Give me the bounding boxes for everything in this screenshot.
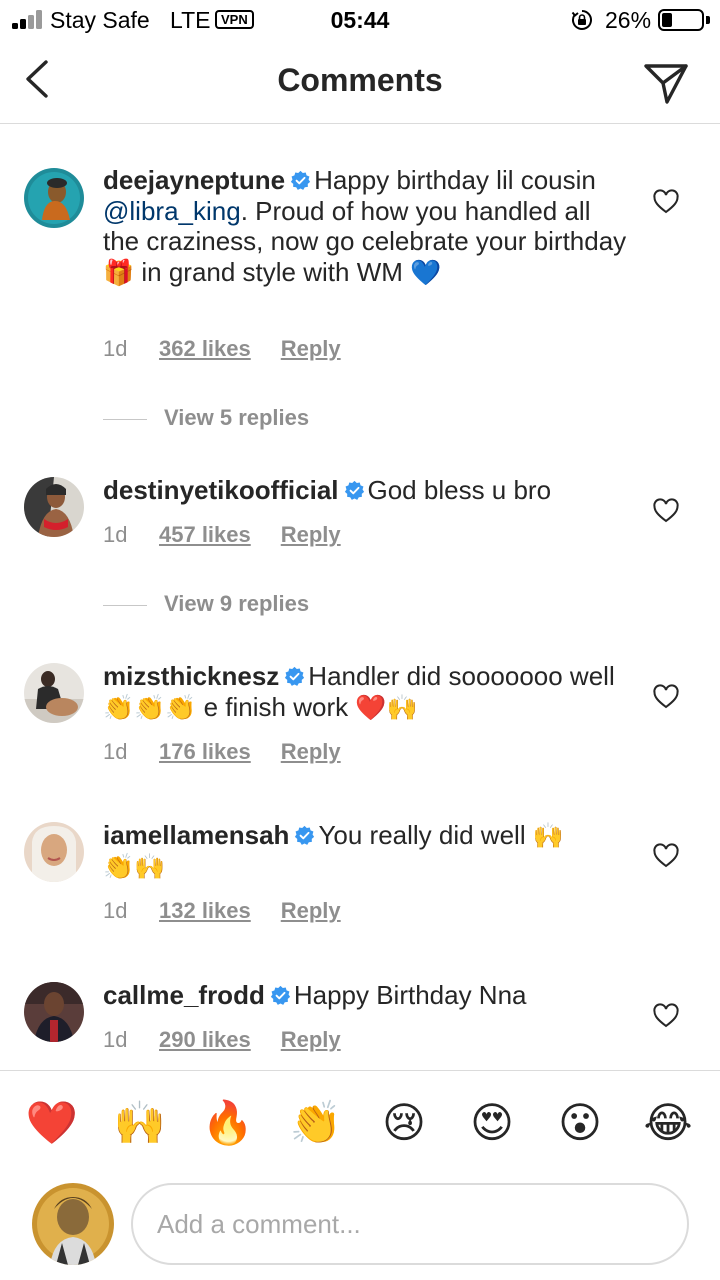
avatar-image [24,477,84,537]
view-replies-button[interactable]: View 5 replies [103,405,309,431]
reply-button[interactable]: Reply [281,898,341,923]
reaction-heart-eyes[interactable]: 😍 [462,1095,522,1151]
clap-raised-hands-emoji: 👏🙌 [103,852,166,881]
comment-time: 1d [103,1027,128,1052]
comment-username[interactable]: deejayneptune [103,165,285,195]
quick-reactions-bar: ❤️ 🙌 🔥 👏 😢 😍 😮 😂 [0,1070,720,1174]
avatar-image [24,822,84,882]
comments-list[interactable]: deejayneptune Happy birthday lil cousin @… [0,125,720,1070]
comment-body: destinyetikoofficial God bless u bro [103,475,633,506]
comment-text: in grand style with WM [134,256,411,287]
reaction-crying-face[interactable]: 😢 [374,1095,434,1151]
likes-count[interactable]: 290 likes [159,1027,251,1052]
battery-icon [658,9,704,31]
reply-button[interactable]: Reply [281,522,341,547]
like-heart-icon[interactable] [652,188,680,216]
like-heart-icon[interactable] [652,1002,680,1030]
verified-badge-icon [344,480,364,500]
likes-count[interactable]: 132 likes [159,898,251,923]
raised-hands-emoji: 🙌 [532,822,564,850]
avatar[interactable] [24,168,84,228]
verified-badge-icon [285,666,305,686]
page-title: Comments [277,62,443,98]
avatar[interactable] [24,982,84,1042]
comment-text: You really did well [318,820,533,850]
paper-plane-icon[interactable] [640,56,692,108]
add-comment-input[interactable] [131,1183,689,1265]
comments-header: Comments [0,40,720,124]
comment-meta: 1d 176 likes Reply [103,739,341,765]
comment-meta: 1d 457 likes Reply [103,522,341,548]
reply-button[interactable]: Reply [281,336,341,361]
comment-body: iamellamensah You really did well 🙌 👏🙌 [103,820,633,881]
like-heart-icon[interactable] [652,842,680,870]
like-heart-icon[interactable] [652,683,680,711]
reaction-clapping-hands[interactable]: 👏 [286,1095,346,1151]
reaction-red-heart[interactable]: ❤️ [22,1095,82,1151]
divider [103,418,147,420]
reaction-surprised-face[interactable]: 😮 [550,1095,610,1151]
verified-badge-icon [270,985,290,1005]
avatar-image [24,982,84,1042]
avatar-image [24,663,84,723]
comment-meta: 1d 362 likes Reply [103,336,341,362]
comment-composer [0,1175,720,1280]
comment-text: Happy birthday lil cousin [314,165,596,195]
signal-strength-icon [12,9,46,29]
likes-count[interactable]: 176 likes [159,739,251,764]
battery-level-fill [662,13,672,27]
heart-raised-hands-emoji: ❤️🙌 [355,693,418,722]
comment-body: deejayneptune Happy birthday lil cousin @… [103,165,633,287]
comment-username[interactable]: mizsthicknesz [103,661,279,691]
verified-badge-icon [290,170,311,190]
carrier-name: Stay Safe [50,7,150,33]
blue-heart-emoji: 💙 [410,258,442,287]
comment-meta: 1d 290 likes Reply [103,1027,341,1053]
verified-badge-icon [295,825,315,845]
avatar[interactable] [24,663,84,723]
battery-percentage: 26% [605,7,652,33]
network-type: LTE [170,7,211,33]
comment-body: callme_frodd Happy Birthday Nna [103,980,633,1011]
vpn-badge: VPN [215,10,254,29]
view-replies-label: View 5 replies [164,405,310,430]
reply-button[interactable]: Reply [281,739,341,764]
reaction-raised-hands[interactable]: 🙌 [110,1095,170,1151]
comment-meta: 1d 132 likes Reply [103,898,341,924]
comment-body: mizsthicknesz Handler did sooooooo well 👏… [103,661,633,722]
reaction-laughing-face[interactable]: 😂 [638,1095,698,1151]
reply-button[interactable]: Reply [281,1027,341,1052]
current-user-avatar [32,1183,114,1265]
likes-count[interactable]: 457 likes [159,522,251,547]
comment-time: 1d [103,522,128,547]
reaction-fire[interactable]: 🔥 [198,1095,258,1151]
avatar[interactable] [24,477,84,537]
mention-link[interactable]: @libra_king [103,196,241,226]
orientation-lock-icon [571,10,592,30]
status-bar: Stay Safe LTE VPN 05:44 26% [0,0,720,40]
like-heart-icon[interactable] [652,497,680,525]
comment-username[interactable]: destinyetikoofficial [103,475,339,505]
gift-emoji: 🎁 [103,258,135,287]
comment-username[interactable]: callme_frodd [103,980,265,1010]
view-replies-label: View 9 replies [164,591,310,616]
battery-cap [706,16,710,24]
comment-text: Happy Birthday Nna [293,980,527,1010]
comment-username[interactable]: iamellamensah [103,820,289,850]
view-replies-button[interactable]: View 9 replies [103,591,309,617]
avatar-image [32,1183,114,1265]
comment-time: 1d [103,336,128,361]
avatar[interactable] [24,822,84,882]
comment-text: Handler did sooooooo well [308,661,615,691]
avatar-image [24,168,84,228]
comment-time: 1d [103,739,128,764]
comment-time: 1d [103,898,128,923]
comment-text: e finish work [196,691,356,722]
divider [103,604,147,606]
clapping-hands-emoji: 👏👏👏 [103,693,197,722]
likes-count[interactable]: 362 likes [159,336,251,361]
comment-text: God bless u bro [367,475,552,505]
